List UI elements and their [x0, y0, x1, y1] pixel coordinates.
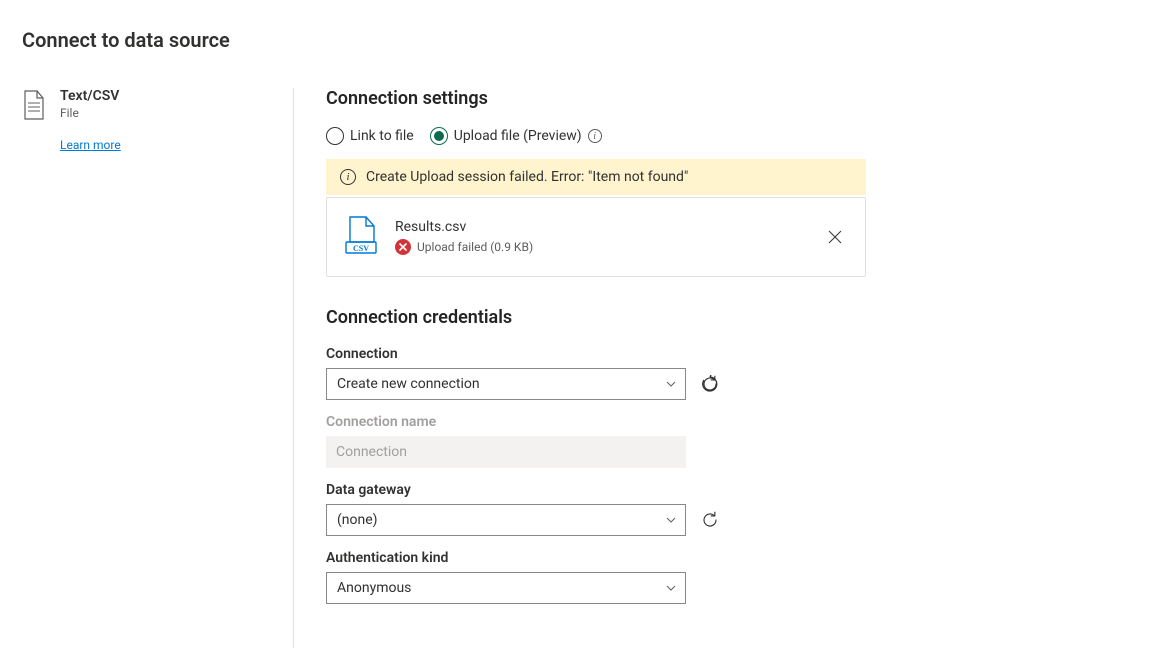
page-title: Connect to data source [0, 0, 1159, 52]
sidebar: Text/CSV File Learn more [0, 88, 294, 648]
dropdown-value: (none) [337, 512, 378, 528]
refresh-icon [701, 511, 719, 529]
gateway-label: Data gateway [326, 482, 1129, 498]
info-icon: i [340, 169, 356, 185]
document-icon [22, 88, 46, 124]
connection-field-label: Connection [326, 346, 1129, 362]
main-content: Connection settings Link to file Upload … [294, 88, 1159, 648]
source-title: Text/CSV [60, 88, 121, 104]
file-name: Results.csv [395, 219, 805, 235]
chevron-down-icon [665, 514, 677, 526]
file-status: Upload failed (0.9 KB) [417, 240, 533, 254]
radio-label: Link to file [350, 128, 414, 144]
connection-settings-heading: Connection settings [326, 88, 1129, 109]
radio-checked-icon [430, 127, 448, 145]
radio-upload-file[interactable]: Upload file (Preview) i [430, 127, 602, 145]
auth-kind-label: Authentication kind [326, 550, 1129, 566]
chevron-down-icon [665, 582, 677, 594]
radio-label: Upload file (Preview) [454, 128, 582, 144]
refresh-icon [701, 375, 719, 393]
connection-name-label: Connection name [326, 414, 1129, 430]
connection-name-value: Connection [336, 444, 407, 460]
learn-more-link[interactable]: Learn more [60, 138, 121, 152]
source-subtitle: File [60, 106, 121, 120]
remove-file-button[interactable] [823, 225, 847, 249]
refresh-connection-button-real[interactable] [698, 372, 722, 396]
dropdown-value: Anonymous [337, 580, 411, 596]
gateway-dropdown[interactable]: (none) [326, 504, 686, 536]
connection-dropdown[interactable]: Create new connection [326, 368, 686, 400]
radio-link-to-file[interactable]: Link to file [326, 127, 414, 145]
error-banner: i Create Upload session failed. Error: "… [326, 159, 866, 195]
auth-kind-dropdown[interactable]: Anonymous [326, 572, 686, 604]
connection-name-input: Connection [326, 436, 686, 468]
info-icon[interactable]: i [588, 129, 602, 143]
file-upload-card: CSV Results.csv Upload failed (0.9 KB) [326, 197, 866, 277]
csv-file-icon: CSV [345, 216, 377, 258]
radio-unchecked-icon [326, 127, 344, 145]
refresh-gateway-button[interactable] [698, 508, 722, 532]
error-banner-text: Create Upload session failed. Error: "It… [366, 169, 688, 185]
source-item-textcsv[interactable]: Text/CSV File Learn more [22, 88, 273, 153]
error-icon [395, 239, 411, 255]
svg-text:CSV: CSV [353, 244, 369, 253]
chevron-down-icon [665, 378, 677, 390]
connection-credentials-heading: Connection credentials [326, 307, 1129, 328]
upload-mode-radio-group: Link to file Upload file (Preview) i [326, 127, 1129, 145]
dropdown-value: Create new connection [337, 376, 480, 392]
close-icon [828, 230, 842, 244]
